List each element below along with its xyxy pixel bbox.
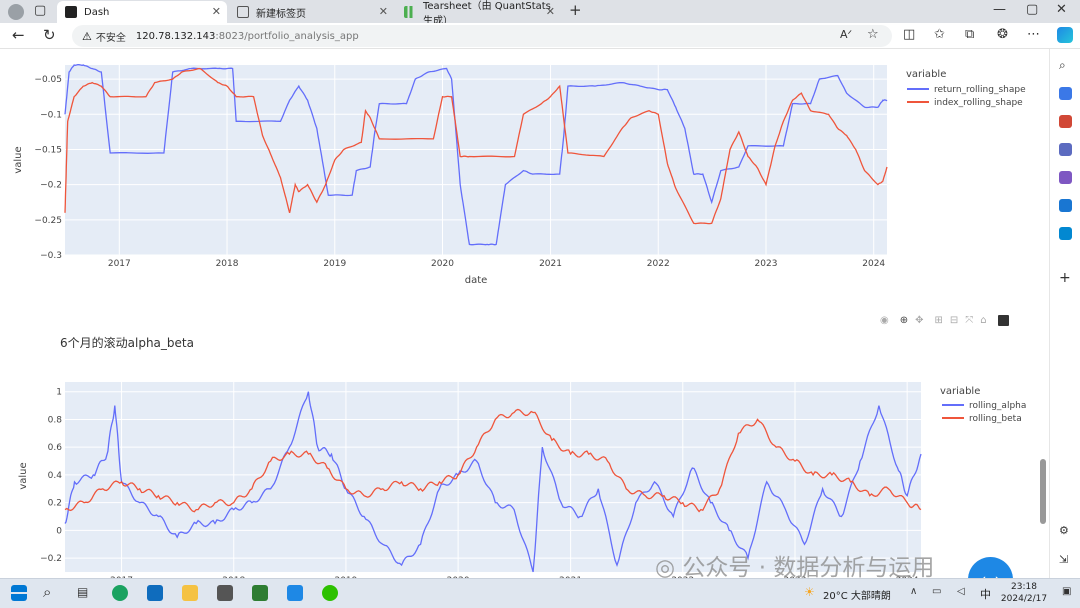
minimize-icon[interactable]: — [993, 3, 1006, 16]
read-aloud-icon[interactable]: Aᐟ [840, 29, 852, 40]
y-tick-label: 0 [56, 526, 62, 536]
dash-logo-icon [65, 6, 77, 18]
close-tab-icon[interactable]: ✕ [379, 5, 388, 18]
chart-icon [404, 6, 416, 18]
browser-tab-bar: ▢ Dash ✕ 新建标签页 ✕ Tearsheet（由 QuantStats … [0, 0, 1080, 27]
sidebar-collapse-icon[interactable]: ⇲ [1059, 554, 1068, 565]
collections-icon[interactable]: ⧉ [965, 28, 974, 41]
office-icon[interactable] [1059, 171, 1072, 184]
series-line-rolling_alpha[interactable] [64, 391, 922, 573]
tab-title: Dash [84, 6, 110, 18]
toolbox-icon[interactable] [1059, 115, 1072, 128]
warning-icon: ⚠ [82, 29, 92, 43]
url-host: 120.78.132.143 [135, 30, 216, 42]
wechat-icon[interactable] [322, 585, 338, 601]
refresh-icon[interactable]: ↻ [43, 28, 56, 43]
clock-time[interactable]: 23:18 [1003, 582, 1045, 592]
y-tick-label: 1 [56, 388, 62, 398]
network-icon[interactable]: ▭ [932, 587, 941, 597]
shopping-tag-icon[interactable] [1059, 87, 1072, 100]
extensions-icon[interactable]: ❂ [997, 28, 1008, 41]
profile-avatar-icon[interactable] [8, 4, 24, 20]
favorite-star-icon[interactable]: ☆ [867, 28, 879, 41]
new-tab-icon [237, 6, 249, 18]
add-app-icon[interactable]: + [1059, 271, 1071, 285]
vscode-icon[interactable] [287, 585, 303, 601]
tab-title: 新建标签页 [256, 8, 306, 20]
notification-icon[interactable]: ▣ [1062, 587, 1071, 597]
y-tick-label: −0.2 [40, 554, 62, 564]
y-tick-label: 0.4 [48, 471, 63, 481]
search-icon[interactable]: ⌕ [1059, 59, 1066, 71]
chart2-legend[interactable]: rolling_alpha rolling_beta [942, 401, 1026, 424]
y-tick-label: 0.2 [48, 499, 62, 509]
alpha-beta-chart: value variable rolling_alpha rolling_beta… [18, 382, 1026, 578]
weather-icon: ☀ [804, 585, 815, 599]
file-explorer-icon[interactable] [182, 585, 198, 601]
volume-icon[interactable]: ◁ [957, 587, 965, 597]
back-arrow-icon[interactable]: ← [12, 28, 25, 43]
games-icon[interactable] [1059, 143, 1072, 156]
security-label: 不安全 [95, 32, 126, 44]
split-screen-icon[interactable]: ◫ [903, 28, 915, 41]
close-tab-icon[interactable]: ✕ [212, 5, 221, 18]
taskbar-search-icon[interactable]: ⌕ [43, 585, 51, 600]
windows-taskbar: ⌕ ▤ ☀ 20°C 大部晴朗 ∧ ▭ ◁ 中 23:18 2024/2/17 … [0, 578, 1080, 608]
task-view-icon[interactable]: ▤ [77, 586, 88, 598]
more-options-icon[interactable]: ⋯ [1027, 28, 1040, 41]
edge-sidebar: ⌕ + ⚙ ⇲ [1049, 49, 1080, 578]
favorites-icon[interactable]: ✩ [934, 28, 945, 41]
clock-date[interactable]: 2024/2/17 [996, 594, 1052, 604]
page-scrollbar-thumb[interactable] [1040, 459, 1046, 524]
legend-item-rolling_beta[interactable]: rolling_beta [969, 414, 1022, 424]
copilot-icon[interactable] [1057, 27, 1073, 43]
web-capture-icon[interactable] [1059, 227, 1072, 240]
edge-browser-icon[interactable] [112, 585, 128, 601]
address-toolbar: ← ↻ ⚠ 不安全 120.78.132.143 :8023/portfolio… [0, 23, 1080, 49]
workspaces-icon[interactable]: ▢ [34, 4, 46, 17]
windows-start-icon[interactable] [11, 585, 27, 601]
legend-item-rolling_alpha[interactable]: rolling_alpha [969, 401, 1026, 411]
terminal-app-icon[interactable] [252, 585, 268, 601]
wechat-watermark: ◎ 公众号 · 数据分析与运用 [655, 555, 935, 581]
chart2-legend-title: variable [940, 386, 980, 397]
ime-indicator[interactable]: 中 [980, 586, 991, 602]
new-tab-plus-icon[interactable]: + [569, 3, 582, 18]
y-tick-label: 0.6 [48, 443, 63, 453]
url-path: :8023/portfolio_analysis_app [215, 30, 359, 42]
close-tab-icon[interactable]: ✕ [546, 5, 555, 18]
chart2-ylabel: value [18, 462, 29, 489]
y-tick-label: 0.8 [48, 415, 63, 425]
maximize-icon[interactable]: ▢ [1026, 3, 1038, 16]
weather-text[interactable]: 20°C 大部晴朗 [823, 587, 891, 602]
outlook-icon[interactable] [1059, 199, 1072, 212]
tab-tearsheet[interactable]: Tearsheet（由 QuantStats 生成） ✕ [396, 1, 561, 27]
url-bar[interactable]: ⚠ 不安全 120.78.132.143 :8023/portfolio_ana… [72, 25, 892, 47]
close-window-icon[interactable]: ✕ [1056, 3, 1067, 16]
store-icon[interactable] [217, 585, 233, 601]
code-chevrons-icon: ‹ › [979, 568, 1002, 579]
tray-overflow-icon[interactable]: ∧ [910, 587, 917, 597]
mail-icon[interactable] [147, 585, 163, 601]
tab-new-tab[interactable]: 新建标签页 ✕ [229, 1, 394, 23]
tab-dash[interactable]: Dash ✕ [57, 1, 227, 23]
dash-app-page: value date variable return_rolling_shape… [0, 49, 1049, 578]
sidebar-settings-icon[interactable]: ⚙ [1059, 525, 1069, 536]
